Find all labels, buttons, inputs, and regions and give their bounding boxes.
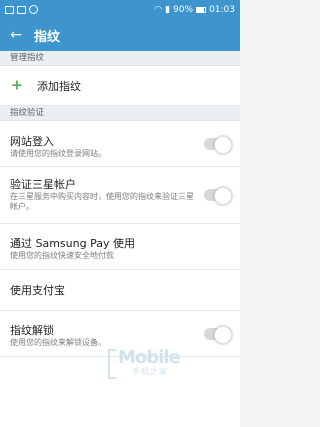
- app-bar: ← 指纹: [0, 19, 240, 51]
- signal-icon: ▮: [165, 4, 171, 15]
- gallery-notification-icon: [5, 5, 14, 14]
- section-header-verify: 指纹验证: [0, 106, 240, 121]
- alipay-title: 使用支付宝: [10, 284, 65, 297]
- samsung-pay-subtitle: 使用您的指纹快速安全地付款: [10, 251, 114, 260]
- watermark-main: Mobile: [118, 347, 181, 368]
- clock: 01:03: [209, 4, 235, 15]
- battery-icon: [196, 6, 207, 13]
- watermark: Mobile 手机之家: [108, 347, 182, 383]
- samsung-account-row[interactable]: 验证三星帐户 在三星服务中购买内容时，使用您的指纹来验证三星帐户。: [0, 167, 240, 224]
- status-left-icons: [5, 5, 38, 14]
- add-fingerprint-label: 添加指纹: [37, 79, 81, 93]
- website-login-title: 网站登入: [10, 135, 54, 148]
- status-right-icons: ◠ ▮ 90% 01:03: [154, 5, 235, 15]
- fingerprint-unlock-toggle[interactable]: [204, 325, 232, 344]
- battery-percent: 90%: [173, 4, 194, 15]
- plus-icon: +: [11, 77, 23, 94]
- fingerprint-unlock-title: 指纹解锁: [10, 324, 54, 337]
- samsung-pay-row[interactable]: 通过 Samsung Pay 使用 使用您的指纹快速安全地付款: [0, 224, 240, 270]
- manage-list: + 添加指纹: [0, 66, 240, 106]
- wifi-icon: ◠: [154, 4, 163, 15]
- website-login-subtitle: 请使用您的指纹登录网站。: [10, 149, 106, 158]
- section-header-manage: 管理指纹: [0, 51, 240, 66]
- samsung-pay-title: 通过 Samsung Pay 使用: [10, 237, 135, 250]
- message-notification-icon: [29, 5, 38, 14]
- website-login-toggle[interactable]: [204, 135, 232, 154]
- back-arrow-icon[interactable]: ←: [0, 19, 32, 51]
- status-bar: ◠ ▮ 90% 01:03: [0, 0, 240, 19]
- samsung-account-title: 验证三星帐户: [10, 178, 76, 191]
- sim-notification-icon: [17, 5, 26, 14]
- website-login-row[interactable]: 网站登入 请使用您的指纹登录网站。: [0, 121, 240, 167]
- samsung-account-toggle[interactable]: [204, 187, 232, 205]
- add-fingerprint-row[interactable]: + 添加指纹: [0, 66, 240, 106]
- watermark-bracket: [108, 349, 116, 379]
- samsung-account-subtitle: 在三星服务中购买内容时，使用您的指纹来验证三星帐户。: [10, 192, 194, 211]
- page-title: 指纹: [34, 29, 61, 45]
- alipay-row[interactable]: 使用支付宝: [0, 270, 240, 311]
